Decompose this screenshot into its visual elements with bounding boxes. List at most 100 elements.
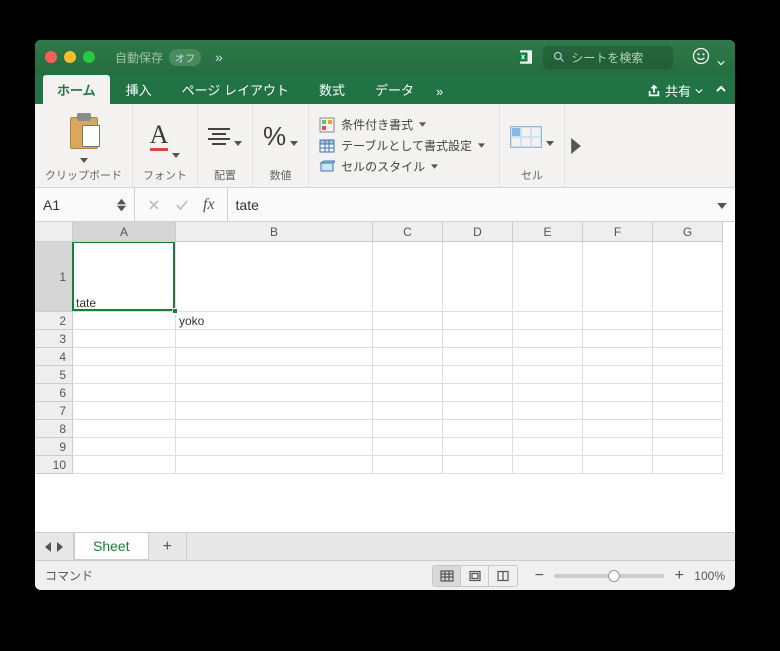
view-normal-button[interactable] xyxy=(433,566,461,586)
add-sheet-button[interactable]: + xyxy=(149,533,187,560)
cell-styles-button[interactable]: セルのスタイル xyxy=(319,158,438,175)
column-header[interactable]: B xyxy=(176,222,373,242)
cell[interactable] xyxy=(583,420,653,438)
cell[interactable] xyxy=(73,438,176,456)
cell[interactable] xyxy=(73,348,176,366)
cell[interactable] xyxy=(373,348,443,366)
cell[interactable] xyxy=(373,366,443,384)
feedback-button[interactable] xyxy=(691,46,725,69)
cell[interactable] xyxy=(176,242,373,312)
format-as-table-button[interactable]: テーブルとして書式設定 xyxy=(319,137,485,154)
cell[interactable] xyxy=(443,242,513,312)
view-page-break-button[interactable] xyxy=(489,566,517,586)
cell[interactable] xyxy=(583,402,653,420)
collapse-ribbon-button[interactable] xyxy=(715,83,727,98)
cell[interactable] xyxy=(513,384,583,402)
cell[interactable] xyxy=(513,402,583,420)
cell[interactable] xyxy=(176,366,373,384)
sheet-tab[interactable]: Sheet xyxy=(74,533,149,560)
cell[interactable] xyxy=(583,242,653,312)
zoom-thumb[interactable] xyxy=(608,570,620,582)
cell[interactable] xyxy=(443,366,513,384)
cell[interactable] xyxy=(583,330,653,348)
tab-data[interactable]: データ xyxy=(361,75,428,104)
cell[interactable] xyxy=(373,330,443,348)
cell[interactable] xyxy=(653,456,723,474)
accept-formula-button[interactable] xyxy=(175,198,189,212)
conditional-formatting-button[interactable]: 条件付き書式 xyxy=(319,116,426,133)
row-header[interactable]: 9 xyxy=(35,438,73,456)
select-all-corner[interactable] xyxy=(35,222,73,242)
cell[interactable] xyxy=(443,456,513,474)
zoom-slider[interactable] xyxy=(554,574,664,578)
cell[interactable] xyxy=(176,438,373,456)
row-header[interactable]: 8 xyxy=(35,420,73,438)
zoom-out-button[interactable]: − xyxy=(532,567,546,585)
expand-formula-bar-button[interactable] xyxy=(709,197,735,212)
share-button[interactable]: 共有 xyxy=(639,77,711,104)
tabs-overflow-button[interactable]: » xyxy=(430,79,449,104)
cell[interactable] xyxy=(653,402,723,420)
fx-label[interactable]: fx xyxy=(203,196,215,214)
ribbon-scroll-right[interactable] xyxy=(565,104,587,187)
cell[interactable] xyxy=(373,438,443,456)
cell[interactable] xyxy=(73,456,176,474)
zoom-window-button[interactable] xyxy=(83,51,95,63)
cell[interactable] xyxy=(443,402,513,420)
search-box[interactable]: シートを検索 xyxy=(543,46,673,69)
cell[interactable] xyxy=(653,420,723,438)
qat-overflow-button[interactable]: » xyxy=(215,49,223,65)
cell[interactable] xyxy=(653,330,723,348)
close-window-button[interactable] xyxy=(45,51,57,63)
row-header[interactable]: 10 xyxy=(35,456,73,474)
cell[interactable] xyxy=(583,456,653,474)
zoom-in-button[interactable]: + xyxy=(672,567,686,585)
minimize-window-button[interactable] xyxy=(64,51,76,63)
tab-formulas[interactable]: 数式 xyxy=(305,75,359,104)
cell[interactable] xyxy=(653,366,723,384)
column-header[interactable]: E xyxy=(513,222,583,242)
cell[interactable] xyxy=(373,456,443,474)
cell[interactable] xyxy=(176,456,373,474)
cell[interactable] xyxy=(73,402,176,420)
fill-handle[interactable] xyxy=(172,308,178,314)
cell[interactable] xyxy=(73,384,176,402)
autosave-control[interactable]: 自動保存 オフ xyxy=(115,49,201,66)
cell[interactable] xyxy=(176,420,373,438)
cell[interactable] xyxy=(583,438,653,456)
column-header[interactable]: A xyxy=(73,222,176,242)
cell[interactable] xyxy=(653,384,723,402)
cell[interactable] xyxy=(513,438,583,456)
cell[interactable] xyxy=(176,384,373,402)
cell[interactable] xyxy=(513,456,583,474)
cell[interactable] xyxy=(513,420,583,438)
alignment-button[interactable] xyxy=(208,128,242,145)
row-header[interactable]: 3 xyxy=(35,330,73,348)
cells-button[interactable] xyxy=(510,126,554,148)
tab-page-layout[interactable]: ページ レイアウト xyxy=(168,75,303,104)
cell[interactable] xyxy=(653,242,723,312)
row-header[interactable]: 5 xyxy=(35,366,73,384)
cell[interactable] xyxy=(443,384,513,402)
cell[interactable]: yoko xyxy=(176,312,373,330)
cell[interactable] xyxy=(443,438,513,456)
cell[interactable]: tate xyxy=(73,242,176,312)
cell[interactable] xyxy=(373,312,443,330)
cell[interactable] xyxy=(513,312,583,330)
cell[interactable] xyxy=(373,420,443,438)
cell[interactable] xyxy=(176,330,373,348)
column-header[interactable]: F xyxy=(583,222,653,242)
row-header[interactable]: 7 xyxy=(35,402,73,420)
cell[interactable] xyxy=(583,348,653,366)
column-header[interactable]: C xyxy=(373,222,443,242)
cell[interactable] xyxy=(443,330,513,348)
cell[interactable] xyxy=(373,242,443,312)
row-header[interactable]: 2 xyxy=(35,312,73,330)
cell[interactable] xyxy=(513,366,583,384)
cell[interactable] xyxy=(176,348,373,366)
cell[interactable] xyxy=(176,402,373,420)
column-header[interactable]: G xyxy=(653,222,723,242)
tab-insert[interactable]: 挿入 xyxy=(112,75,166,104)
row-header[interactable]: 1 xyxy=(35,242,73,312)
tab-home[interactable]: ホーム xyxy=(43,75,110,104)
